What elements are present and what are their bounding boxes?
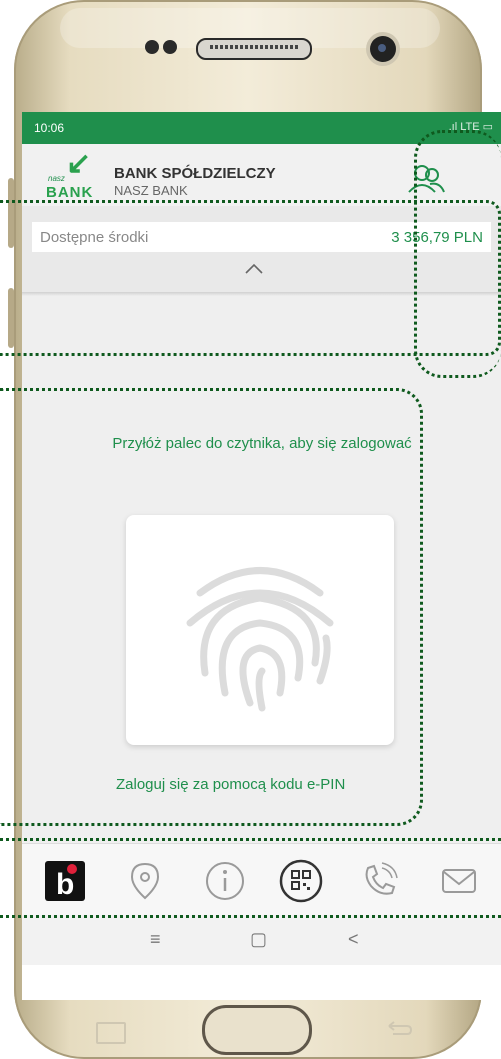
sensor-dots (145, 40, 181, 59)
highlight-profiles (414, 130, 501, 378)
back-key-icon (388, 1021, 413, 1035)
highlight-login-area (0, 388, 423, 826)
home-button[interactable] (202, 1005, 312, 1055)
earpiece-speaker (196, 38, 312, 60)
bank-name: BANK SPÓŁDZIELCZY (114, 165, 276, 182)
recent-apps-button[interactable]: ≡ (150, 929, 161, 950)
logo-arrow-icon: ↙ (66, 147, 92, 180)
bank-subtitle: NASZ BANK (114, 183, 188, 198)
android-navbar: ≡ ▢ < (22, 915, 501, 965)
back-button-soft[interactable]: < (348, 929, 359, 950)
home-button-soft[interactable]: ▢ (250, 929, 267, 950)
recents-key (96, 1022, 126, 1044)
status-time: 10:06 (34, 121, 65, 135)
highlight-bottom-nav (0, 838, 501, 918)
front-camera (370, 36, 396, 62)
screen-bottom (22, 965, 501, 1000)
logo-word: BANK (46, 184, 94, 201)
speaker-grill (210, 45, 298, 49)
logo-small-text: nasz (48, 174, 65, 183)
